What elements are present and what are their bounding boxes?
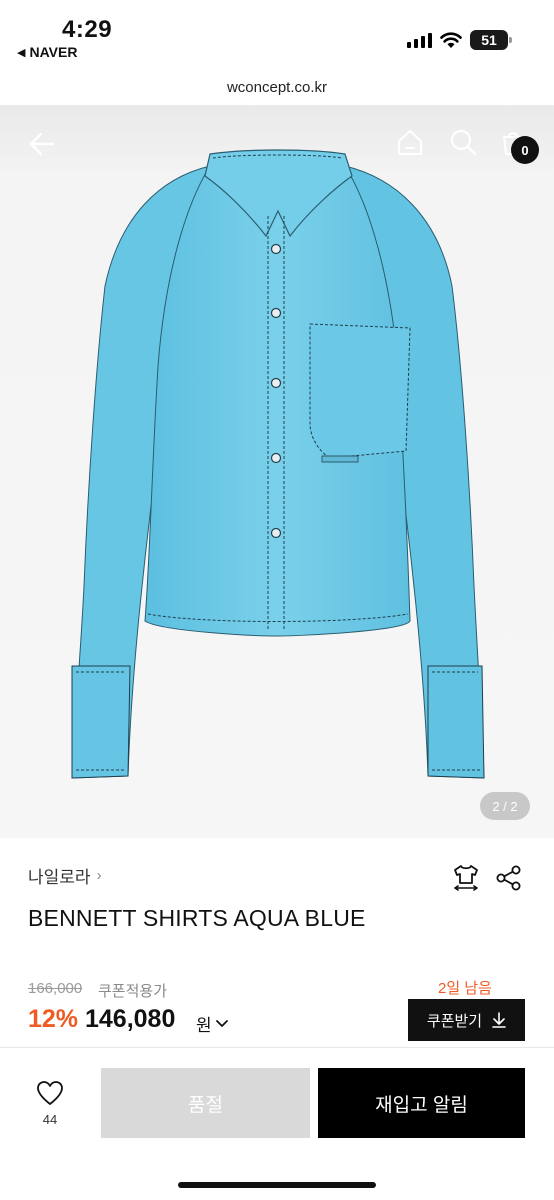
cart-count-badge: 0 [511, 136, 539, 164]
url-bar[interactable]: wconcept.co.kr [0, 70, 554, 106]
soldout-label: 품절 [188, 1094, 223, 1116]
back-triangle-icon: ◀ [17, 46, 26, 59]
back-app-label: NAVER [29, 44, 78, 60]
like-button[interactable]: 44 [28, 1080, 72, 1134]
download-icon [492, 1012, 506, 1028]
cellular-signal-icon [407, 32, 432, 48]
search-icon [450, 129, 477, 156]
soldout-button: 품절 [101, 1068, 310, 1138]
product-title: BENNETT SHIRTS AQUA BLUE [28, 905, 366, 931]
share-icon [496, 865, 521, 891]
heart-icon [37, 1081, 63, 1105]
sale-price: 146,080 [85, 1005, 176, 1033]
size-guide-button[interactable] [450, 862, 482, 894]
home-icon [398, 130, 422, 155]
get-coupon-button[interactable]: 쿠폰받기 [408, 999, 525, 1041]
wifi-icon [440, 31, 462, 48]
battery-level: 51 [481, 32, 497, 48]
brand-name: 나일로라 [28, 868, 91, 887]
shirt-size-icon [454, 865, 478, 891]
home-button[interactable] [392, 124, 428, 160]
share-button[interactable] [493, 862, 525, 894]
currency-unit: 원 [196, 1016, 212, 1035]
original-price: 166,000 [28, 980, 83, 997]
back-button[interactable] [22, 124, 62, 164]
restock-label: 재입고 알림 [375, 1094, 468, 1116]
status-bar: 4:29 ◀ NAVER 51 [0, 0, 554, 70]
clock: 4:29 [62, 16, 113, 43]
arrow-left-icon [29, 132, 55, 156]
battery-icon: 51 [470, 30, 512, 50]
like-count: 44 [42, 1112, 58, 1127]
url-text: wconcept.co.kr [226, 79, 328, 96]
system-icons: 51 [407, 30, 512, 50]
home-indicator[interactable] [178, 1182, 376, 1188]
coupon-price-label: 쿠폰적용가 [98, 983, 168, 1000]
restock-alert-button[interactable]: 재입고 알림 [318, 1068, 525, 1138]
coupon-button-label: 쿠폰받기 [426, 1012, 483, 1030]
discount-rate: 12% [28, 1005, 79, 1033]
chevron-down-icon [215, 1019, 228, 1027]
image-page-indicator: 2 / 2 [480, 792, 530, 820]
search-button[interactable] [445, 124, 481, 160]
coupon-days-left: 2일 남음 [438, 980, 492, 997]
chevron-right-icon: › [96, 867, 102, 884]
brand-link[interactable]: 나일로라 › [28, 863, 102, 888]
product-image [71, 149, 485, 779]
back-to-app-link[interactable]: ◀ NAVER [17, 44, 77, 60]
product-image-gallery[interactable]: 0 2 / 2 [0, 106, 554, 838]
price-details-toggle[interactable]: 원 [196, 1011, 228, 1036]
